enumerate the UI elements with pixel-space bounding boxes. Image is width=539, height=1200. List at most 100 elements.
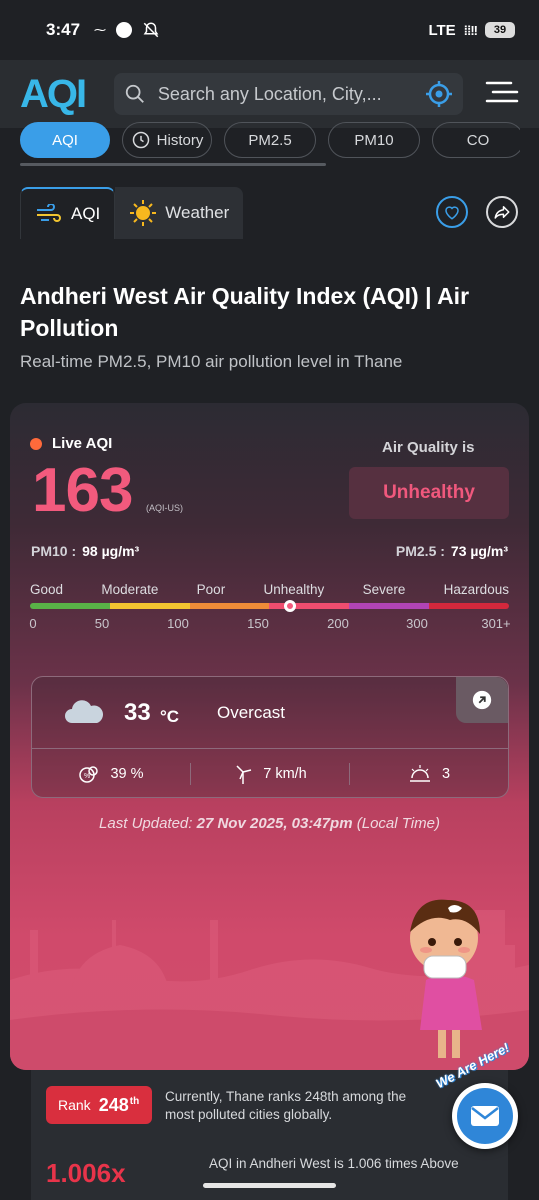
- aqi-scale-bar: [30, 603, 509, 609]
- page-subtitle: Real-time PM2.5, PM10 air pollution leve…: [20, 352, 403, 371]
- scale-tick: 200: [327, 616, 349, 631]
- app-logo[interactable]: AQI: [20, 72, 96, 117]
- status-bar: 3:47 ⁓ LTE ⁞⁞!! 39: [0, 0, 539, 60]
- humidity-stat: % 39 %: [32, 763, 191, 785]
- share-icon: [494, 206, 510, 219]
- network-label: LTE: [428, 21, 456, 39]
- arrow-up-right-icon: [472, 690, 492, 710]
- pm25-value: 73 µg/m³: [450, 543, 508, 559]
- pm25-reading: PM2.5 : 73 µg/m³: [396, 543, 508, 559]
- signal-icon: ⁞⁞!!: [463, 22, 478, 38]
- rank-number: 248: [98, 1094, 129, 1115]
- rank-label: Rank: [58, 1097, 91, 1113]
- dot-icon: [116, 22, 133, 38]
- last-updated-datetime: 27 Nov 2025, 03:47pm: [196, 815, 353, 832]
- scale-label-good: Good: [30, 582, 64, 597]
- contact-us-button[interactable]: [452, 1083, 518, 1149]
- comparison-value: 1.006x: [46, 1158, 126, 1188]
- pm10-label: PM10 :: [31, 543, 77, 559]
- status-notification-icons: ⁓: [94, 21, 160, 39]
- scale-segment-poor: [189, 603, 270, 609]
- rank-suffix: th: [129, 1095, 140, 1107]
- aqi-status-text: Unhealthy: [383, 482, 475, 503]
- tabs-scrollbar[interactable]: [20, 163, 326, 166]
- weather-main-row: 33 °C Overcast: [32, 677, 508, 749]
- crosshair-icon: [426, 81, 452, 107]
- mute-icon: [143, 22, 159, 38]
- menu-button[interactable]: [485, 80, 519, 109]
- scale-label-moderate: Moderate: [101, 582, 159, 597]
- home-indicator[interactable]: [203, 1183, 336, 1188]
- app-header: AQI Search any Location, City,...: [0, 60, 539, 128]
- live-indicator-dot: [30, 437, 42, 450]
- aqi-status-badge: Unhealthy: [349, 467, 509, 519]
- wind-turbine-icon: [236, 765, 252, 784]
- segment-aqi[interactable]: AQI: [20, 187, 116, 239]
- rank-badge: Rank 248th: [46, 1086, 152, 1124]
- battery-icon: 39: [485, 22, 515, 38]
- status-time: 3:47: [46, 20, 81, 39]
- view-switch: AQI Weather: [20, 187, 244, 239]
- temperature-value: 33: [124, 699, 151, 726]
- history-icon: [132, 131, 149, 149]
- tab-co[interactable]: CO: [432, 122, 520, 158]
- segment-label: Weather: [165, 203, 230, 222]
- share-button[interactable]: [486, 196, 518, 228]
- segment-weather[interactable]: Weather: [115, 187, 244, 239]
- tab-pm10[interactable]: PM10: [328, 122, 420, 158]
- tab-label: PM2.5: [248, 131, 292, 149]
- status-right: LTE ⁞⁞!! 39: [428, 22, 515, 39]
- last-updated: Last Updated: 27 Nov 2025, 03:47pm (Loca…: [10, 815, 529, 832]
- scale-segment-good: [30, 603, 110, 609]
- scale-tick: 300: [406, 616, 428, 631]
- rank-value: 248th: [99, 1095, 140, 1116]
- scale-tick: 100: [167, 616, 189, 631]
- weather-expand-button[interactable]: [456, 677, 508, 723]
- live-aqi-label: Live AQI: [30, 435, 112, 452]
- pm10-reading: PM10 : 98 µg/m³: [31, 543, 139, 559]
- search-input[interactable]: Search any Location, City,...: [158, 84, 398, 105]
- heart-icon: [445, 206, 459, 220]
- weather-summary-card[interactable]: 33 °C Overcast % 39 % 7 km/h 3: [31, 676, 509, 798]
- favorite-button[interactable]: [436, 196, 468, 228]
- temperature-unit: °C: [160, 707, 180, 726]
- rank-card: Rank 248th Currently, Thane ranks 248th …: [31, 1070, 508, 1200]
- air-quality-label: Air Quality is: [382, 439, 475, 456]
- logo-text: AQI: [20, 71, 87, 116]
- tab-pm25[interactable]: PM2.5: [224, 122, 316, 158]
- mail-icon: [471, 1106, 499, 1126]
- uv-index-icon: [409, 765, 430, 782]
- scale-label-hazardous: Hazardous: [443, 582, 509, 597]
- pm10-value: 98 µg/m³: [82, 543, 140, 559]
- tab-label: CO: [466, 131, 490, 149]
- last-updated-prefix: Last Updated:: [99, 815, 193, 832]
- scale-segment-unhealthy: [269, 603, 350, 609]
- humidity-value: 39 %: [110, 766, 144, 782]
- svg-text:%: %: [84, 773, 90, 780]
- scale-segment-severe: [349, 603, 430, 609]
- tab-label: PM10: [354, 131, 394, 149]
- scale-tick: 150: [247, 616, 269, 631]
- tab-aqi[interactable]: AQI: [20, 122, 110, 158]
- aqi-scale-marker: [284, 600, 297, 612]
- locate-me-button[interactable]: [425, 80, 453, 108]
- search-box[interactable]: Search any Location, City,...: [113, 73, 463, 115]
- scale-tick: 0: [29, 616, 37, 631]
- scale-segment-moderate: [109, 603, 190, 609]
- pm25-label: PM2.5 :: [395, 543, 445, 559]
- segment-label: AQI: [71, 204, 101, 223]
- tab-label: History: [156, 131, 204, 149]
- tab-history[interactable]: History: [122, 122, 212, 158]
- cloud-icon: [65, 700, 104, 723]
- rank-description: Currently, Thane ranks 248th among the m…: [165, 1089, 407, 1122]
- humidity-icon: %: [79, 766, 99, 783]
- weather-condition: Overcast: [217, 703, 286, 722]
- live-aqi-text: Live AQI: [52, 435, 113, 452]
- aqi-value: 163: [32, 456, 133, 525]
- comparison-description: AQI in Andheri West is 1.006 times Above: [209, 1156, 459, 1171]
- contact-inner: [457, 1088, 513, 1144]
- scale-label-severe: Severe: [362, 582, 406, 597]
- last-updated-suffix: (Local Time): [356, 815, 440, 832]
- scale-tick: 301+: [481, 616, 511, 631]
- aqi-scale-labels: Good Moderate Poor Unhealthy Severe Haza…: [30, 582, 509, 597]
